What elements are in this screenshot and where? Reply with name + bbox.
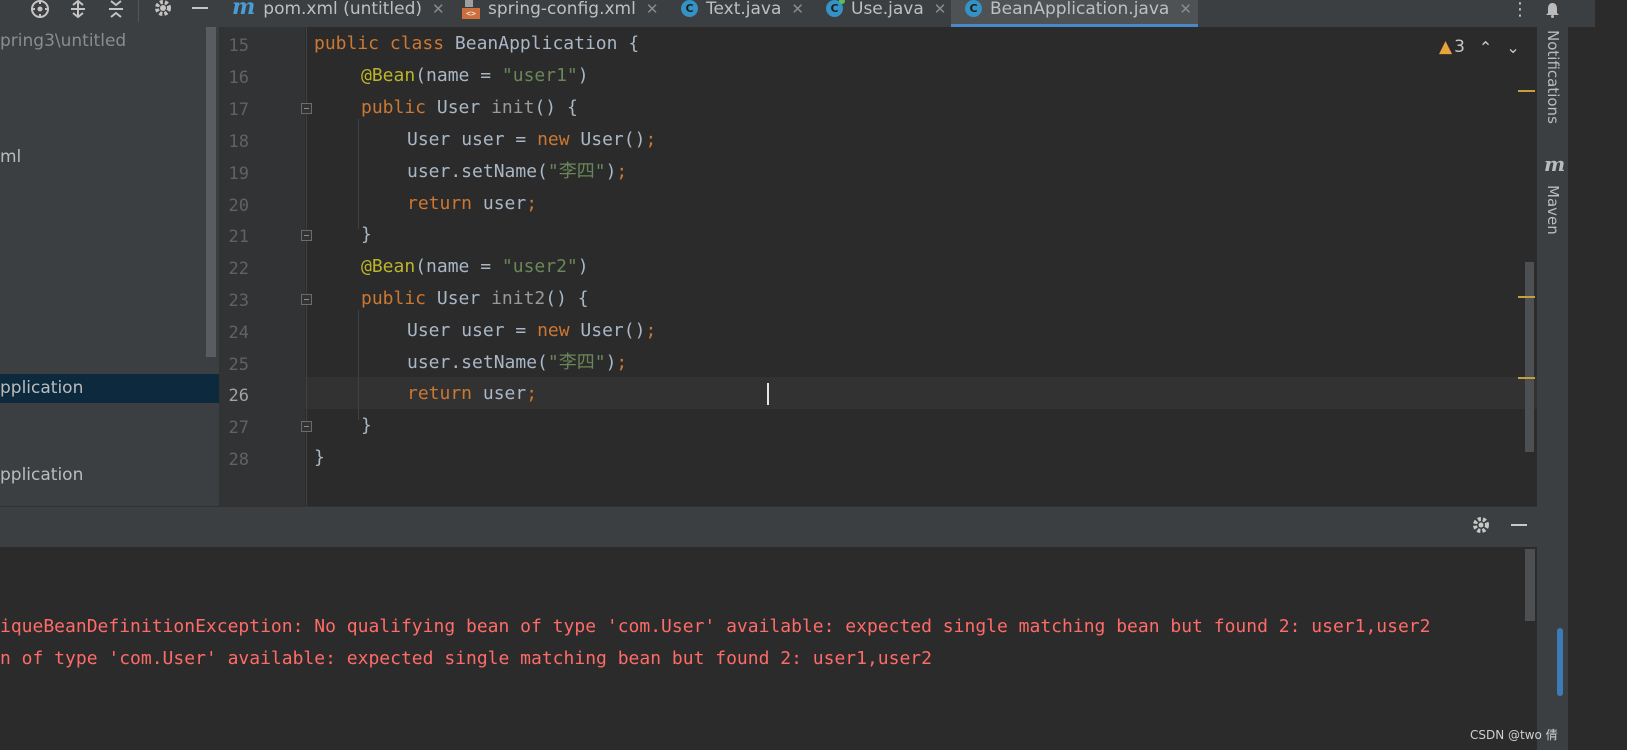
tree-item-beanapplication[interactable]: pplication [0, 378, 83, 398]
warning-icon: ▲ [1439, 37, 1453, 57]
line-number: 22 [228, 259, 249, 279]
fold-marker-icon[interactable] [301, 103, 312, 114]
text-caret [767, 383, 769, 405]
line-number: 16 [228, 68, 249, 88]
class-icon: C [826, 0, 845, 17]
class-icon: C [965, 0, 982, 17]
line-number: 20 [228, 196, 249, 216]
line-number: 27 [228, 418, 249, 438]
warning-count: 3 [1454, 37, 1465, 57]
close-icon[interactable]: ✕ [646, 0, 659, 18]
project-path[interactable]: pring3\untitled [0, 31, 126, 51]
fold-marker-icon[interactable] [301, 230, 312, 241]
tab-label: BeanApplication.java [990, 0, 1170, 19]
indent-guide [358, 119, 359, 229]
line-number: 28 [228, 450, 249, 470]
tab-spring-config-xml[interactable]: <> spring-config.xml ✕ [462, 0, 670, 27]
xml-file-icon: <> [462, 0, 480, 20]
indent-guide [358, 310, 359, 420]
code-line-27: } [361, 415, 372, 436]
warning-stripe-marker[interactable] [1518, 90, 1535, 92]
console-output[interactable]: iqueBeanDefinitionException: No qualifyi… [0, 547, 1537, 750]
line-number: 18 [228, 132, 249, 152]
tab-label: spring-config.xml [488, 0, 636, 19]
settings-icon[interactable] [1471, 515, 1491, 540]
fold-marker-icon[interactable] [301, 421, 312, 432]
more-icon[interactable]: ⋮ [1508, 0, 1532, 22]
previous-highlight-icon[interactable]: ⌃ [1479, 38, 1492, 57]
maven-icon: m [232, 0, 256, 20]
tab-text-java[interactable]: C Text.java ✕ [681, 0, 816, 27]
editor-tab-bar: m pom.xml (untitled) ✕ <> spring-config.… [0, 0, 1595, 27]
close-icon[interactable]: ✕ [432, 0, 445, 18]
maven-icon: m [1544, 152, 1566, 176]
notifications-tool-button[interactable]: Notifications [1544, 30, 1562, 124]
tab-label: Use.java [851, 0, 924, 19]
line-number: 25 [228, 355, 249, 375]
watermark: CSDN @two 倩 [1470, 728, 1558, 742]
close-icon[interactable]: ✕ [934, 0, 947, 18]
editor-scrollbar[interactable] [1525, 262, 1534, 452]
code-line-20: return user; [407, 193, 538, 214]
fold-gutter-line [306, 27, 307, 506]
project-scrollbar[interactable] [206, 27, 216, 357]
toolbar-separator [138, 0, 139, 22]
fold-marker-icon[interactable] [301, 294, 312, 305]
console-scroll-thumb[interactable] [1557, 628, 1563, 696]
console-error-line: iqueBeanDefinitionException: No qualifyi… [0, 616, 1431, 637]
console-error-line: n of type 'com.User' available: expected… [0, 648, 932, 669]
warning-stripe-marker[interactable] [1518, 296, 1535, 298]
tab-pom-xml[interactable]: m pom.xml (untitled) ✕ [232, 0, 457, 27]
tree-item-xml[interactable]: ml [0, 147, 21, 167]
code-line-24: User user = new User(); [407, 320, 657, 341]
tab-beanapplication-java[interactable]: C BeanApplication.java ✕ [951, 0, 1198, 27]
code-line-26: return user; [407, 383, 538, 404]
inspection-widget[interactable]: ▲ 3 ⌃ ⌄ [1439, 37, 1520, 57]
tab-use-java[interactable]: C Use.java ✕ [826, 0, 958, 27]
hide-icon[interactable] [188, 0, 212, 22]
line-number: 23 [228, 291, 249, 311]
code-line-23: public User init2() { [361, 288, 589, 309]
right-tool-window-bar: Notifications m Maven [1537, 0, 1568, 750]
console-scrollbar[interactable] [1525, 549, 1535, 621]
code-line-21: } [361, 224, 372, 245]
code-editor[interactable]: 15 16 17 18 19 20 21 22 23 24 25 26 27 2… [221, 27, 1537, 506]
tab-label: pom.xml (untitled) [263, 0, 423, 19]
line-number: 19 [228, 164, 249, 184]
code-line-18: User user = new User(); [407, 129, 657, 150]
project-tree-panel: pring3\untitled ml pplication pplication [0, 27, 219, 506]
code-line-28: } [314, 447, 325, 468]
warning-stripe-marker[interactable] [1518, 377, 1535, 379]
code-line-19: user.setName("李四"); [407, 161, 628, 182]
notifications-bell-icon[interactable] [1545, 2, 1560, 18]
hide-icon[interactable] [1509, 515, 1529, 540]
line-number: 15 [228, 36, 249, 56]
code-line-22: @Bean(name = "user2") [361, 256, 589, 277]
line-number: 24 [228, 323, 249, 343]
maven-tool-button[interactable]: Maven [1544, 185, 1562, 235]
code-line-25: user.setName("李四"); [407, 352, 628, 373]
close-icon[interactable]: ✕ [791, 0, 804, 18]
expand-all-icon[interactable] [66, 0, 90, 22]
next-highlight-icon[interactable]: ⌄ [1506, 38, 1519, 57]
settings-icon[interactable] [151, 0, 175, 22]
code-line-17: public User init() { [361, 97, 578, 118]
tree-item-application[interactable]: pplication [0, 465, 83, 485]
line-number: 21 [228, 227, 249, 247]
code-line-15: public class BeanApplication { [314, 33, 640, 54]
class-icon: C [681, 0, 698, 17]
tab-label: Text.java [706, 0, 782, 19]
current-line-number: 26 [228, 386, 249, 406]
locate-icon[interactable] [28, 0, 52, 22]
line-number: 17 [228, 100, 249, 120]
run-panel-header [0, 506, 1537, 548]
collapse-all-icon[interactable] [104, 0, 128, 22]
code-line-16: @Bean(name = "user1") [361, 65, 589, 86]
close-icon[interactable]: ✕ [1179, 0, 1192, 18]
